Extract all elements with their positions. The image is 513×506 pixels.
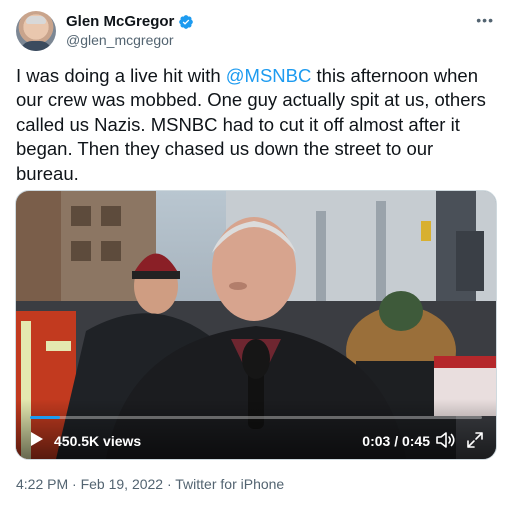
tweet-text: I was doing a live hit with @MSNBC this … [16,65,486,184]
author-handle[interactable]: @glen_mcgregor [66,32,174,48]
verified-badge-icon [179,14,194,29]
more-options-icon[interactable]: ••• [476,12,494,28]
view-count: 450.5K views [54,433,142,449]
author-name-row[interactable]: Glen McGregor [66,13,194,30]
tweet-timestamp[interactable]: 4:22 PM · Feb 19, 2022 · Twitter for iPh… [16,476,284,492]
video-progress-fill [30,416,61,419]
video-player[interactable]: 450.5K views 0:03 / 0:45 [15,190,497,460]
author-name[interactable]: Glen McGregor [66,13,174,30]
avatar[interactable] [16,11,56,51]
video-time: 0:03 / 0:45 [362,433,430,449]
play-icon[interactable] [30,431,44,447]
volume-icon[interactable] [436,431,456,449]
fullscreen-icon[interactable] [466,431,484,449]
mention-link[interactable]: @MSNBC [226,65,312,86]
video-progress-bar[interactable] [30,416,482,419]
